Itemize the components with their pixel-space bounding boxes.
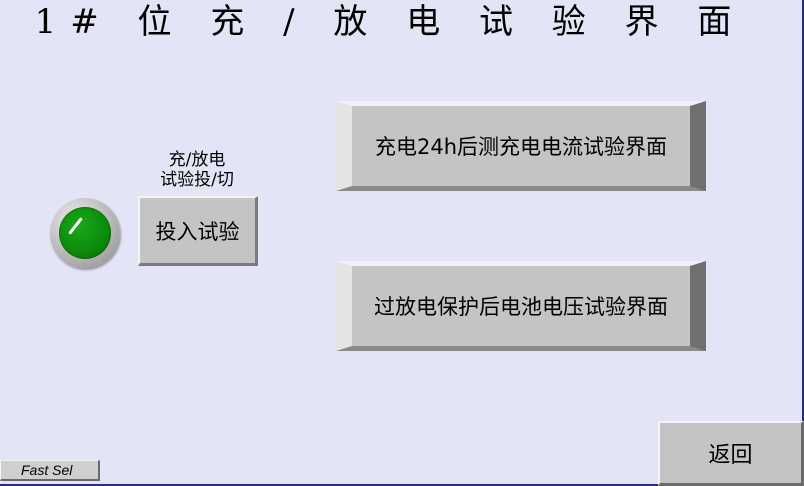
lamp-glint xyxy=(68,217,83,235)
charge-current-test-button[interactable]: 充电24h后测充电电流试验界面 xyxy=(336,101,706,191)
page-title: 1# 位 充 / 放 电 试 验 界 面 xyxy=(34,2,746,42)
caption-line-2: 试验投/切 xyxy=(160,170,234,190)
hmi-screen: 1# 位 充 / 放 电 试 验 界 面 充/放电 试验投/切 投入试验 充电2… xyxy=(0,0,804,486)
status-lamp-light xyxy=(59,207,111,259)
start-test-button[interactable]: 投入试验 xyxy=(138,196,258,266)
fast-sel-button[interactable]: Fast Sel xyxy=(0,460,100,481)
back-button[interactable]: 返回 xyxy=(658,421,804,486)
status-lamp-icon xyxy=(50,198,120,268)
test-toggle-caption: 充/放电 试验投/切 xyxy=(138,150,256,190)
discharge-voltage-test-button[interactable]: 过放电保护后电池电压试验界面 xyxy=(336,261,706,351)
caption-line-1: 充/放电 xyxy=(168,150,226,170)
